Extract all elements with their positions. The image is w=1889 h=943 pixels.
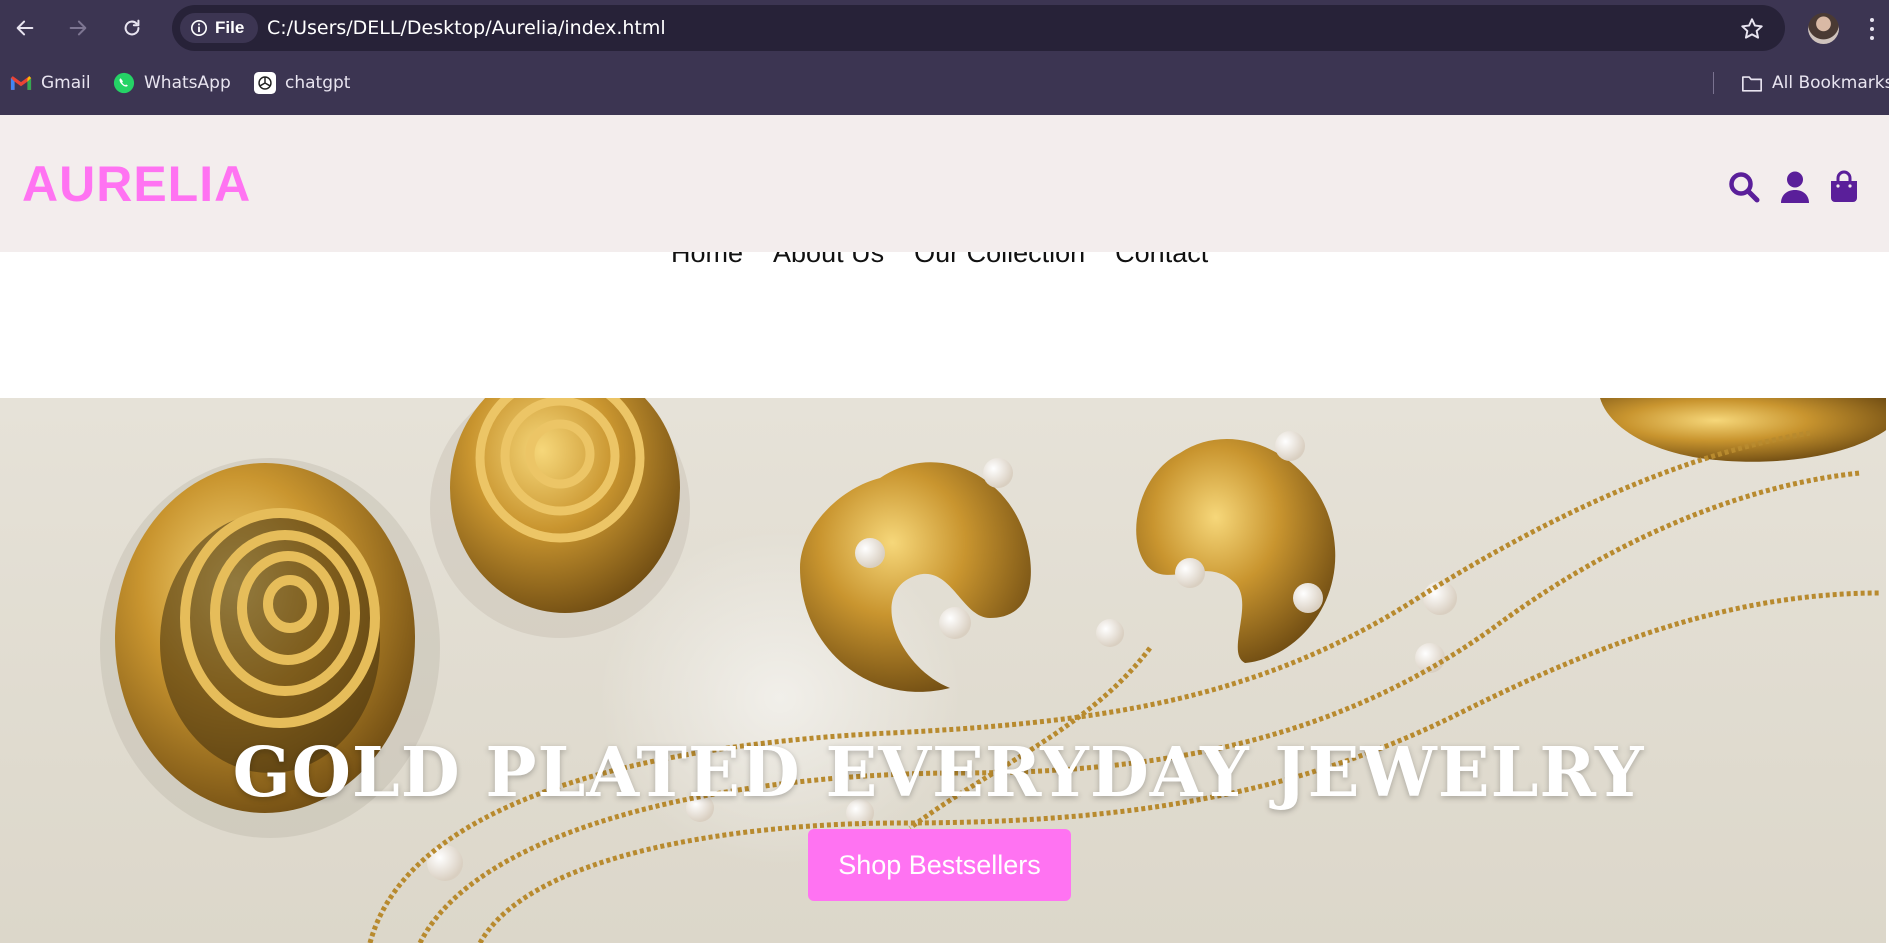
bookmarks-divider bbox=[1713, 72, 1714, 94]
arrow-right-icon bbox=[69, 20, 87, 36]
bookmark-label: WhatsApp bbox=[144, 73, 231, 93]
user-icon[interactable] bbox=[1778, 170, 1812, 204]
all-bookmarks-label: All Bookmarks bbox=[1772, 73, 1889, 93]
browser-toolbar: File C:/Users/DELL/Desktop/Aurelia/index… bbox=[0, 0, 1889, 56]
chatgpt-icon bbox=[254, 72, 276, 94]
address-bar[interactable]: File C:/Users/DELL/Desktop/Aurelia/index… bbox=[172, 5, 1785, 51]
url-text[interactable]: C:/Users/DELL/Desktop/Aurelia/index.html bbox=[267, 17, 666, 39]
hero-title: GOLD PLATED EVERYDAY JEWELRY bbox=[232, 733, 1645, 813]
profile-avatar[interactable] bbox=[1808, 13, 1839, 44]
bookmarks-bar: Gmail WhatsApp chatgpt All Bookmarks bbox=[0, 60, 1889, 104]
bookmark-star-icon[interactable] bbox=[1739, 16, 1765, 42]
shopping-bag-icon[interactable] bbox=[1827, 170, 1861, 204]
all-bookmarks-button[interactable]: All Bookmarks bbox=[1741, 70, 1889, 96]
dot-icon bbox=[1870, 36, 1874, 40]
browser-menu-button[interactable] bbox=[1870, 18, 1876, 40]
reload-icon bbox=[124, 19, 140, 36]
bookmark-gmail[interactable]: Gmail bbox=[10, 70, 91, 96]
dot-icon bbox=[1870, 27, 1874, 31]
site-chip-label: File bbox=[215, 18, 245, 37]
reload-button[interactable] bbox=[114, 10, 150, 46]
forward-button[interactable] bbox=[60, 10, 96, 46]
gmail-icon bbox=[10, 72, 32, 94]
site-info-chip[interactable]: File bbox=[180, 13, 258, 43]
bookmark-label: chatgpt bbox=[285, 73, 351, 93]
browser-chrome: File C:/Users/DELL/Desktop/Aurelia/index… bbox=[0, 0, 1889, 115]
search-icon[interactable] bbox=[1727, 170, 1761, 204]
whatsapp-icon bbox=[113, 72, 135, 94]
bookmark-chatgpt[interactable]: chatgpt bbox=[254, 70, 350, 96]
info-icon bbox=[190, 19, 208, 37]
arrow-left-icon bbox=[16, 20, 34, 36]
bookmark-whatsapp[interactable]: WhatsApp bbox=[113, 70, 231, 96]
bookmark-label: Gmail bbox=[41, 73, 91, 93]
shop-bestsellers-button[interactable]: Shop Bestsellers bbox=[808, 829, 1071, 901]
back-button[interactable] bbox=[7, 10, 43, 46]
dot-icon bbox=[1870, 18, 1874, 22]
site-header: AURELIA bbox=[0, 115, 1889, 252]
hero-banner: GOLD PLATED EVERYDAY JEWELRY Shop Bestse… bbox=[0, 398, 1889, 943]
folder-icon bbox=[1741, 72, 1763, 94]
brand-logo[interactable]: AURELIA bbox=[22, 155, 251, 213]
